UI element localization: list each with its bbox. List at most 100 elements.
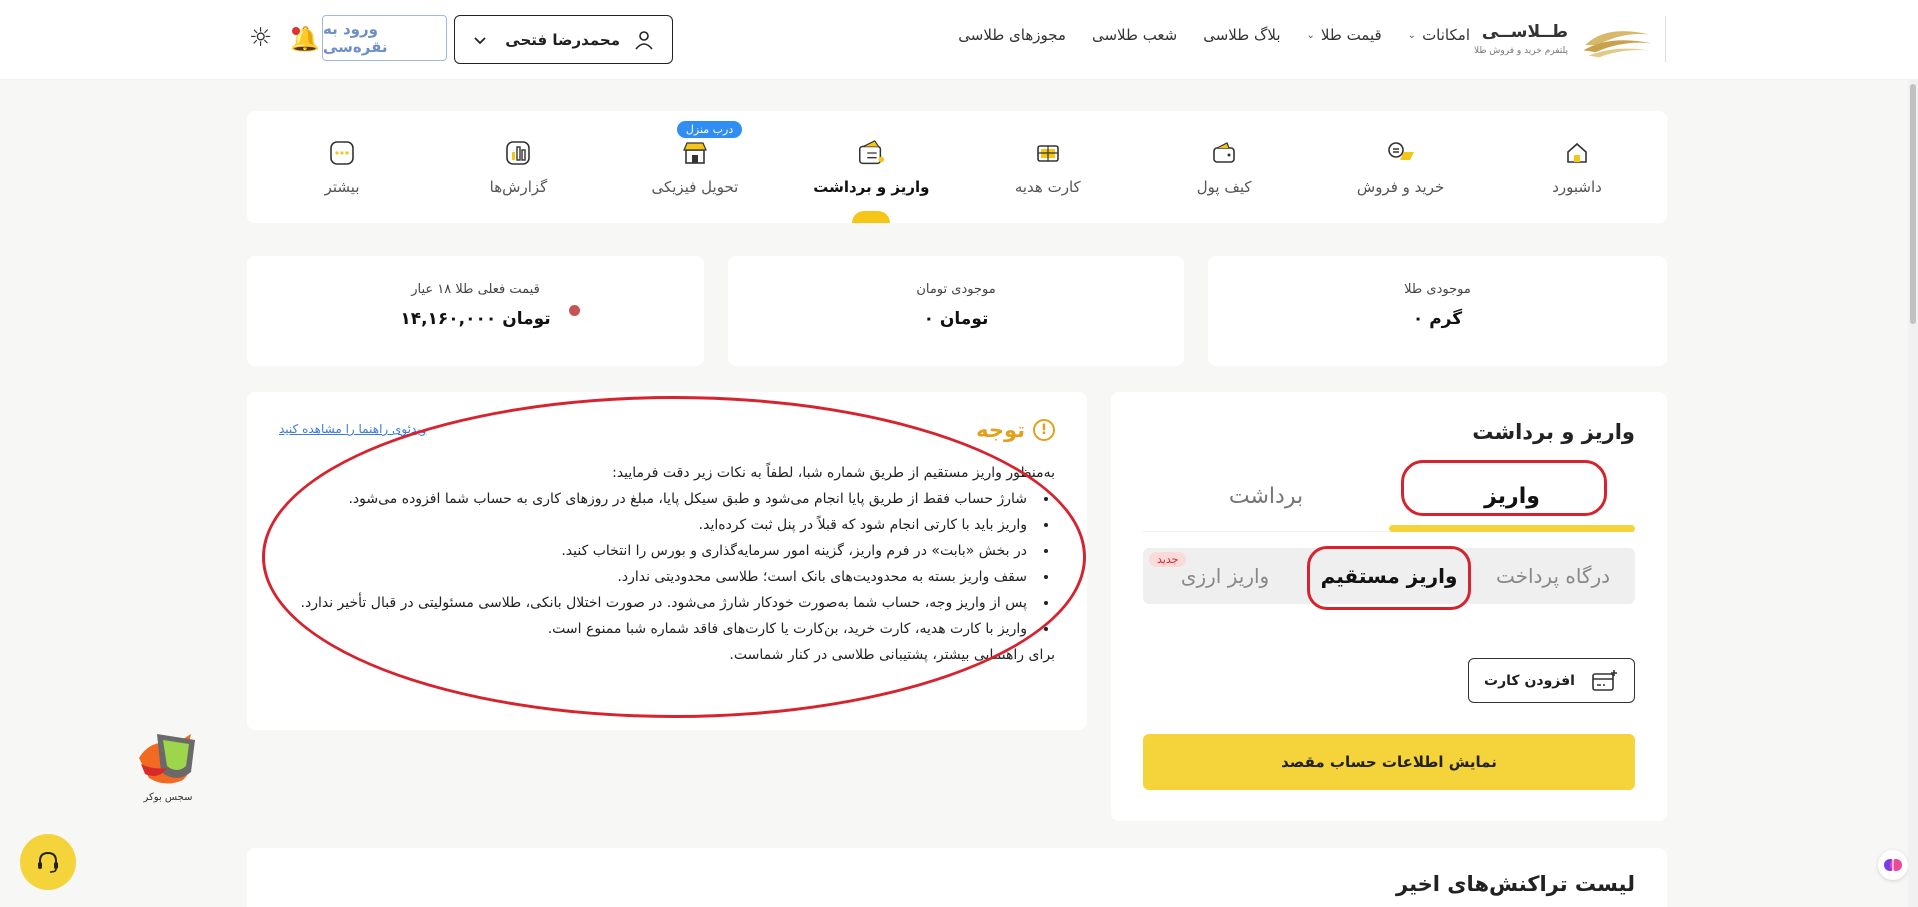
- home-delivery-badge: درب منزل: [676, 121, 743, 138]
- tab-label: بیشتر: [324, 178, 360, 196]
- chart-icon: [503, 138, 533, 168]
- topnav-label: مجوزهای طلاسی: [958, 26, 1066, 44]
- tab-physical-delivery[interactable]: درب منزل تحویل فیزیکی: [635, 111, 755, 223]
- list-item: واریز با کارت هدیه، کارت خرید، بن‌کارت ی…: [275, 616, 1033, 642]
- list-item: شارژ حساب فقط از طریق پایا انجام می‌شود …: [275, 486, 1033, 512]
- notice-panel: ! توجه ویدئوی راهنما را مشاهده کنید به‌م…: [247, 392, 1087, 730]
- card-label: موجودی تومان: [916, 282, 996, 297]
- toman-balance-card: موجودی تومان ۰ تومان: [728, 256, 1184, 366]
- logo[interactable]: طــلاســی پلتفرم خرید و فروش طلا: [1474, 16, 1666, 62]
- list-item: سقف واریز بسته به محدودیت‌های بانک است؛ …: [275, 564, 1033, 590]
- boker-badge[interactable]: سجس بوکر: [128, 728, 208, 803]
- boker-label: سجس بوکر: [143, 792, 193, 803]
- tab-label: خرید و فروش: [1356, 178, 1445, 196]
- panel-title: واریز و برداشت: [1472, 420, 1635, 444]
- brain-icon[interactable]: [1878, 850, 1908, 880]
- video-guide-link[interactable]: ویدئوی راهنما را مشاهده کنید: [279, 422, 426, 436]
- method-payment-gateway[interactable]: درگاه پرداخت: [1471, 548, 1635, 604]
- tab-withdraw[interactable]: برداشت: [1143, 460, 1389, 532]
- user-icon: [635, 30, 653, 50]
- method-direct-deposit[interactable]: واریز مستقیم: [1307, 548, 1471, 604]
- exchange-icon: [1386, 138, 1416, 168]
- logo-name: طــلاســی: [1481, 22, 1568, 42]
- user-name: محمدرضا فتحی: [505, 30, 620, 49]
- tab-more[interactable]: بیشتر: [282, 111, 402, 223]
- gold-balance-card: موجودی طلا ۰ گرم: [1208, 256, 1667, 366]
- topnav-label: بلاگ طلاسی: [1203, 26, 1281, 44]
- warning-icon: !: [1033, 419, 1055, 441]
- support-button[interactable]: [20, 834, 76, 890]
- new-badge: جدید: [1149, 552, 1187, 567]
- notice-intro: به‌منظور واریز مستقیم از طریق شماره شبا،…: [612, 465, 1055, 481]
- method-label: واریز ارزی: [1180, 564, 1270, 588]
- method-currency-deposit[interactable]: واریز ارزی جدید: [1143, 548, 1307, 604]
- tab-label: واریز و برداشت: [813, 178, 930, 196]
- notification-dot: [292, 27, 300, 35]
- topnav-label: شعب طلاسی: [1091, 26, 1178, 44]
- notice-title: ! توجه: [976, 418, 1055, 442]
- store-icon: [680, 138, 710, 168]
- tab-label: تحویل فیزیکی: [651, 178, 739, 196]
- list-item: پس از واریز وجه، حساب شما به‌صورت خودکار…: [275, 590, 1033, 616]
- home-icon: [1562, 138, 1592, 168]
- show-destination-account-button[interactable]: نمایش اطلاعات حساب مقصد: [1143, 734, 1635, 790]
- section-title: لیست تراکنش‌های اخیر: [1396, 872, 1635, 896]
- add-card-label: افزودن کارت: [1484, 672, 1575, 689]
- tab-dashboard[interactable]: داشبورد: [1517, 111, 1637, 223]
- silver-login-button[interactable]: ورود به نقره‌سی: [322, 15, 447, 61]
- top-nav: امکانات ⌄ قیمت طلا ⌄ بلاگ طلاسی شعب طلاس…: [958, 26, 1470, 44]
- tab-label: داشبورد: [1552, 178, 1602, 196]
- tab-label: گزارش‌ها: [489, 178, 548, 196]
- add-card-icon: [1592, 669, 1617, 691]
- wallet-icon: [1209, 138, 1239, 168]
- tab-wallet[interactable]: کیف پول: [1164, 111, 1284, 223]
- sun-icon[interactable]: ☼: [249, 25, 272, 51]
- topnav-licenses[interactable]: مجوزهای طلاسی: [958, 26, 1066, 44]
- tab-reports[interactable]: گزارش‌ها: [458, 111, 578, 223]
- tab-gift-card[interactable]: کارت هدیه: [988, 111, 1108, 223]
- tab-label: کارت هدیه: [1014, 178, 1081, 196]
- headset-icon: [38, 851, 58, 873]
- card-label: قیمت فعلی طلا ۱۸ عیار: [411, 282, 540, 297]
- notice-list: شارژ حساب فقط از طریق پایا انجام می‌شود …: [275, 486, 1055, 642]
- card-value: ۰ گرم: [1412, 309, 1463, 329]
- deposit-withdraw-tabs: واریز برداشت: [1143, 460, 1635, 532]
- active-tab-indicator: [852, 211, 891, 223]
- list-item: واریز باید با کارتی انجام شود که قبلاً د…: [275, 512, 1033, 538]
- recent-transactions: لیست تراکنش‌های اخیر: [247, 848, 1667, 907]
- notice-footer: برای راهنمایی بیشتر، پشتیبانی طلاسی در ک…: [729, 647, 1055, 663]
- logo-tagline: پلتفرم خرید و فروش طلا: [1474, 46, 1568, 56]
- deposit-method-selector: درگاه پرداخت واریز مستقیم واریز ارزی جدی…: [1143, 548, 1635, 604]
- live-indicator: [569, 305, 580, 316]
- main-nav: داشبورد خرید و فروش کیف پول کارت هدیه وا…: [247, 111, 1667, 223]
- chevron-down-icon: [474, 36, 486, 44]
- tab-deposit[interactable]: واریز: [1389, 460, 1635, 532]
- logo-mark-icon: [1583, 16, 1666, 62]
- chevron-down-icon: ⌄: [1407, 29, 1417, 41]
- list-item: در بخش «بابت» در فرم واریز، گزینه امور س…: [275, 538, 1033, 564]
- user-menu-button[interactable]: محمدرضا فتحی: [454, 15, 673, 64]
- top-header: طــلاســی پلتفرم خرید و فروش طلا امکانات…: [0, 0, 1918, 80]
- fox-logo-icon: [139, 734, 195, 784]
- scrollbar-thumb[interactable]: [1910, 84, 1916, 324]
- topnav-branches[interactable]: شعب طلاسی: [1092, 26, 1177, 44]
- notice-title-text: توجه: [976, 418, 1025, 442]
- card-value: ۰ تومان: [923, 309, 989, 329]
- topnav-label: قیمت طلا: [1320, 26, 1382, 44]
- tab-buy-sell[interactable]: خرید و فروش: [1341, 111, 1461, 223]
- card-label: موجودی طلا: [1404, 282, 1471, 297]
- tab-label: کیف پول: [1196, 178, 1252, 196]
- deposit-withdraw-panel: واریز و برداشت واریز برداشت درگاه پرداخت…: [1111, 392, 1667, 821]
- chevron-down-icon: ⌄: [1306, 29, 1315, 41]
- topnav-gold-price[interactable]: قیمت طلا ⌄: [1307, 26, 1382, 44]
- gift-card-icon: [1033, 138, 1063, 168]
- notice-body: به‌منظور واریز مستقیم از طریق شماره شبا،…: [275, 460, 1055, 668]
- topnav-blog[interactable]: بلاگ طلاسی: [1203, 26, 1280, 44]
- add-card-button[interactable]: افزودن کارت: [1468, 658, 1635, 703]
- more-icon: [327, 138, 357, 168]
- gold-price-card: قیمت فعلی طلا ۱۸ عیار ۱۴,۱۶۰,۰۰۰ تومان: [247, 256, 704, 366]
- deposit-withdraw-icon: [856, 138, 886, 168]
- tab-deposit-withdraw[interactable]: واریز و برداشت: [811, 111, 931, 223]
- topnav-features[interactable]: امکانات ⌄: [1408, 26, 1470, 44]
- topnav-label: امکانات: [1422, 26, 1470, 44]
